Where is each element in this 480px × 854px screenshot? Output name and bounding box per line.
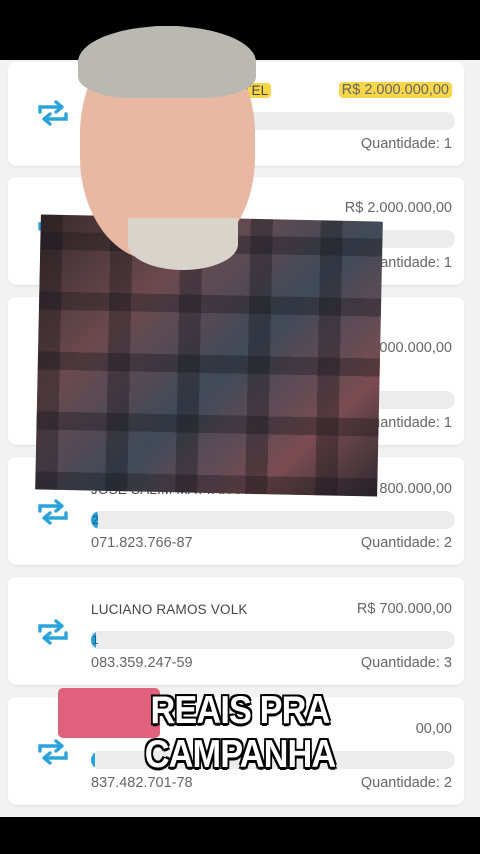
repeat-arrows-icon (38, 739, 68, 765)
donation-quantity: antidade: 1 (380, 255, 452, 271)
donation-quantity: Quantidade: 3 (360, 655, 452, 671)
donation-amount: R$ 2.000.000,00 (338, 82, 452, 98)
progress-bar: 1 (91, 631, 455, 649)
donor-cpf: 0 (91, 136, 100, 152)
donor-cpf: 837.482.701-78 (91, 775, 193, 791)
donor-name: OTT VEDO JUNIOR (91, 201, 217, 216)
repeat-arrows-icon (38, 619, 68, 645)
donor-name: LUCIANO RAMOS VOLK (91, 602, 248, 617)
progress-count: 1 (92, 633, 99, 647)
donation-amount: .000.000,00 (375, 340, 452, 356)
donor-cpf: 071.823.766-87 (91, 535, 193, 551)
video-caption: REAIS PRA CAMPANHA (144, 689, 336, 776)
donation-quantity: uantidade: 1 (372, 415, 452, 431)
donation-card[interactable]: TEL R$ 2.000.000,00 0 Quantidade: 1 (8, 62, 464, 166)
donation-amount: 00,00 (415, 721, 452, 737)
donor-cpf: 083.359.247-59 (91, 655, 193, 671)
repeat-arrows-icon (38, 499, 68, 525)
donation-card[interactable]: LUCIANO RAMOS VOLK R$ 700.000,00 1 083.3… (8, 577, 464, 685)
donation-quantity: Quantidade: 2 (360, 775, 452, 791)
repeat-arrows-icon (38, 100, 68, 126)
donation-quantity: Quantidade: 1 (360, 136, 452, 152)
donation-quantity: Quantidade: 2 (360, 535, 452, 551)
bottom-bar (0, 817, 480, 854)
progress-count: 2 (92, 513, 99, 527)
progress-bar: 2 (91, 511, 455, 529)
progress-bar (91, 112, 455, 130)
presenter-video-overlay (35, 214, 383, 497)
donation-amount: R$ 2.000.000,00 (344, 200, 452, 216)
donor-name: TEL (240, 83, 272, 98)
donation-amount: R$ 700.000,00 (356, 601, 452, 617)
